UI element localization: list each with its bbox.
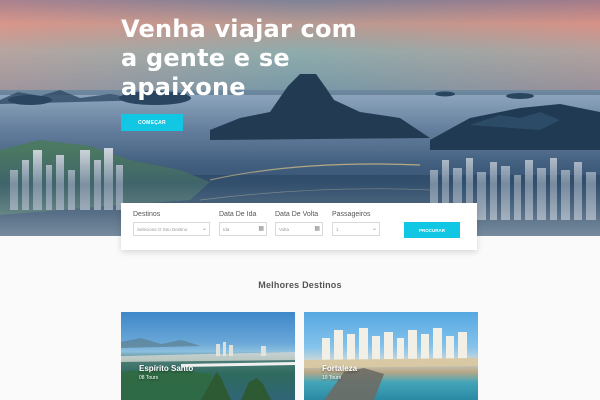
destination-card-fortaleza[interactable]: Fortaleza 10 Tours [304, 312, 478, 400]
chevron-down-icon: ⌄ [201, 226, 207, 232]
hero-title-line-3: apaixone [121, 73, 246, 101]
calendar-icon[interactable]: ▦ [314, 226, 320, 232]
return-date-input[interactable]: Volta ▦ [275, 222, 323, 236]
return-date-label: Data De Volta [275, 211, 319, 218]
passengers-select[interactable]: 1 ⌄ [332, 222, 380, 236]
hero-banner: Venha viajar com a gente e se apaixone C… [0, 0, 600, 236]
return-date-field: Data De Volta Volta ▦ [275, 211, 323, 236]
search-button[interactable]: PROCURAR [404, 222, 460, 238]
destination-name: Fortaleza [322, 364, 358, 373]
departure-date-field: Data De Ida Ida ▦ [219, 211, 267, 236]
departure-date-input[interactable]: Ida ▦ [219, 222, 267, 236]
search-form: Destinos Selecione O Seu Destino ⌄ Data … [121, 203, 477, 250]
hero-title-line-2: a gente e se [121, 44, 290, 72]
destination-placeholder: Selecione O Seu Destino [137, 226, 188, 232]
destination-label: Destinos [133, 211, 161, 218]
espirito-santo-image [121, 338, 295, 400]
fortaleza-image [304, 328, 478, 400]
return-date-placeholder: Volta [279, 226, 290, 232]
hero-title: Venha viajar com a gente e se apaixone [121, 15, 381, 102]
passengers-label: Passageiros [332, 211, 371, 218]
calendar-icon[interactable]: ▦ [258, 226, 264, 232]
section-title-best-destinations: Melhores Destinos [258, 280, 342, 290]
start-button[interactable]: COMEÇAR [121, 114, 183, 131]
destination-card-espirito-santo[interactable]: Espírito Santo 08 Tours [121, 312, 295, 400]
destination-name: Espírito Santo [139, 364, 194, 373]
destination-field: Destinos Selecione O Seu Destino ⌄ [133, 211, 210, 236]
chevron-down-icon: ⌄ [371, 226, 377, 232]
destination-tours-count: 10 Tours [322, 375, 342, 381]
departure-date-label: Data De Ida [219, 211, 257, 218]
passengers-value: 1 [336, 226, 339, 232]
departure-date-placeholder: Ida [223, 226, 230, 232]
passengers-field: Passageiros 1 ⌄ [332, 211, 380, 236]
destination-select[interactable]: Selecione O Seu Destino ⌄ [133, 222, 210, 236]
hero-title-line-1: Venha viajar com [121, 15, 357, 43]
destination-tours-count: 08 Tours [139, 375, 159, 381]
